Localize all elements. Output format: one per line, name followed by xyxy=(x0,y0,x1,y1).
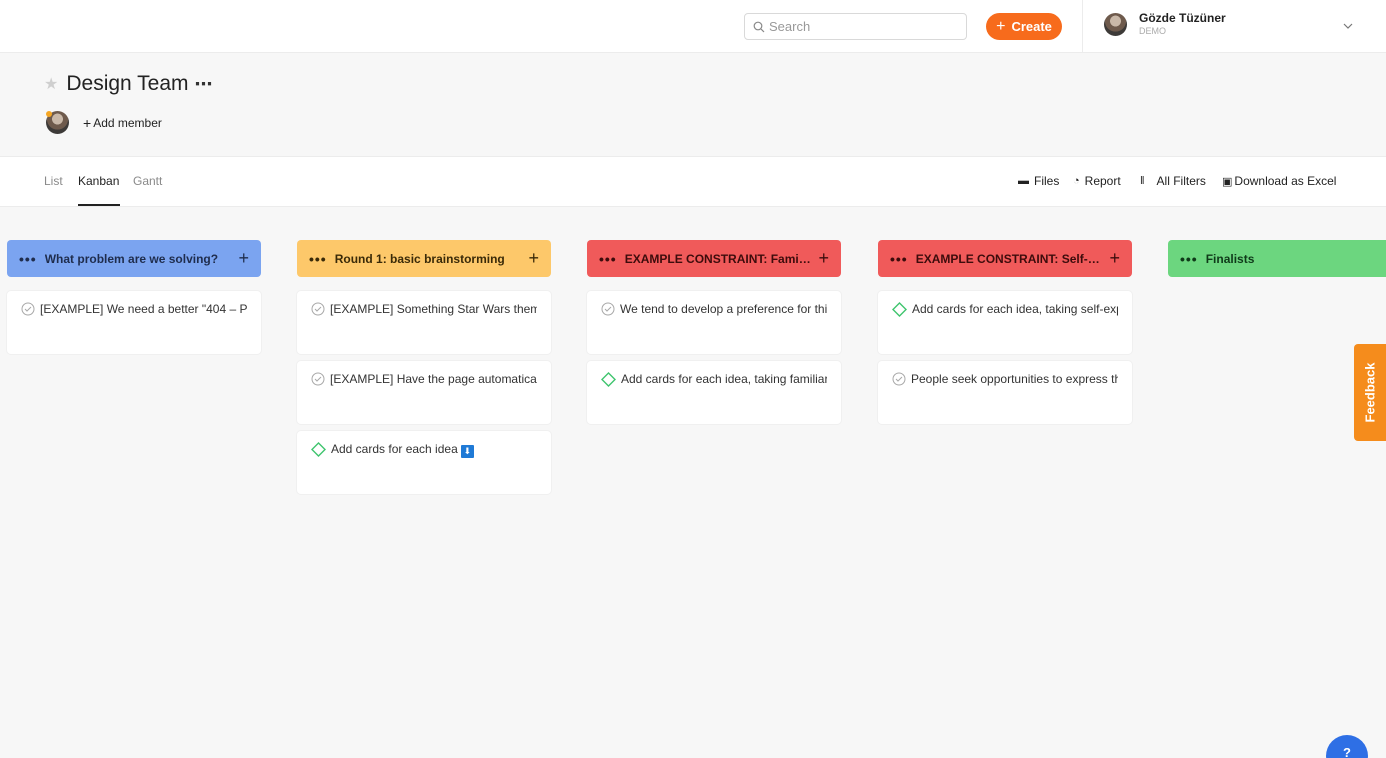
column-header: ••• What problem are we solving? + xyxy=(7,240,261,277)
add-member-button[interactable]: + Add member xyxy=(83,115,162,131)
status-dot xyxy=(46,111,52,117)
kanban-column: ••• EXAMPLE CONSTRAINT: Familiarity + We… xyxy=(587,240,841,424)
card-title: [EXAMPLE] We need a better "404 – Page n… xyxy=(40,302,247,316)
tab-gantt[interactable]: Gantt xyxy=(133,174,162,188)
diamond-icon[interactable] xyxy=(311,442,326,457)
add-card-icon[interactable]: + xyxy=(818,248,829,269)
title-row: ★ Design Team ⋯ xyxy=(44,72,214,96)
all-filters-label: All Filters xyxy=(1156,174,1206,188)
diamond-icon[interactable] xyxy=(601,372,616,387)
card-title: We tend to develop a preference for thin… xyxy=(620,302,827,316)
task-card[interactable]: [EXAMPLE] Have the page automatically re… xyxy=(297,361,551,424)
column-menu-icon[interactable]: ••• xyxy=(890,251,908,267)
chevron-down-icon[interactable] xyxy=(1342,20,1354,32)
user-menu[interactable]: Gözde Tüzüner DEMO xyxy=(1104,12,1226,36)
card-title: [EXAMPLE] Something Star Wars themed xyxy=(330,302,537,316)
column-title: Round 1: basic brainstorming xyxy=(334,251,505,266)
task-card[interactable]: [EXAMPLE] We need a better "404 – Page n… xyxy=(7,291,261,354)
card-title: Add cards for each idea, taking familiar… xyxy=(621,372,827,386)
check-circle-icon[interactable] xyxy=(601,302,615,316)
column-menu-icon[interactable]: ••• xyxy=(309,251,327,267)
add-card-icon[interactable]: + xyxy=(528,248,539,269)
card-title: Add cards for each idea ⬇ xyxy=(331,442,474,458)
help-label: ? xyxy=(1343,745,1351,758)
down-arrow-emoji-icon: ⬇ xyxy=(460,445,474,458)
column-title: Finalists xyxy=(1205,251,1255,266)
column-menu-icon[interactable]: ••• xyxy=(599,251,617,267)
more-options-icon[interactable]: ⋯ xyxy=(195,74,214,95)
column-menu-icon[interactable]: ••• xyxy=(1180,251,1198,267)
diamond-icon[interactable] xyxy=(892,302,907,317)
user-info: Gözde Tüzüner DEMO xyxy=(1139,12,1226,36)
search-input[interactable] xyxy=(769,19,949,34)
report-label: Report xyxy=(1084,174,1121,188)
task-card[interactable]: Add cards for each idea ⬇ xyxy=(297,431,551,494)
tab-list[interactable]: List xyxy=(44,174,63,188)
create-button-label: Create xyxy=(1011,19,1052,34)
member-avatar[interactable] xyxy=(46,111,69,134)
star-icon[interactable]: ★ xyxy=(44,74,58,94)
files-label: Files xyxy=(1034,174,1060,188)
column-title: EXAMPLE CONSTRAINT: Familiarity xyxy=(624,251,813,266)
member-row: + Add member xyxy=(46,111,162,134)
card-title: [EXAMPLE] Have the page automatically re… xyxy=(330,372,537,386)
column-header: ••• Finalists xyxy=(1168,240,1386,277)
task-card[interactable]: [EXAMPLE] Something Star Wars themed xyxy=(297,291,551,354)
card-title: Add cards for each idea, taking self-exp… xyxy=(912,302,1118,316)
top-bar: + Create Gözde Tüzüner DEMO xyxy=(0,0,1386,53)
kanban-column: ••• Finalists xyxy=(1168,240,1386,277)
download-excel-label: Download as Excel xyxy=(1234,174,1337,188)
column-menu-icon[interactable]: ••• xyxy=(19,251,37,267)
kanban-column: ••• What problem are we solving? + [EXAM… xyxy=(7,240,261,354)
task-card[interactable]: Add cards for each idea, taking self-exp… xyxy=(878,291,1132,354)
check-circle-icon[interactable] xyxy=(311,372,325,386)
top-divider xyxy=(1082,0,1083,53)
download-excel-button[interactable]: ▣ Download as Excel xyxy=(1222,174,1336,188)
pie-chart-icon: ◔ xyxy=(1073,175,1080,187)
active-tab-indicator xyxy=(78,204,120,206)
column-title: EXAMPLE CONSTRAINT: Self-expression xyxy=(915,251,1104,266)
page-title: Design Team xyxy=(66,72,189,95)
check-circle-icon[interactable] xyxy=(311,302,325,316)
check-circle-icon[interactable] xyxy=(892,372,906,386)
view-tabs-bar: List Kanban Gantt ▬ Files ◔ Report ‖ All… xyxy=(0,157,1386,207)
kanban-board: ••• What problem are we solving? + [EXAM… xyxy=(0,208,1386,758)
files-button[interactable]: ▬ Files xyxy=(1018,174,1059,188)
column-header: ••• Round 1: basic brainstorming + xyxy=(297,240,551,277)
column-title: What problem are we solving? xyxy=(44,251,219,266)
feedback-label: Feedback xyxy=(1362,362,1378,423)
task-card[interactable]: Add cards for each idea, taking familiar… xyxy=(587,361,841,424)
feedback-tab[interactable]: Feedback xyxy=(1354,344,1386,441)
kanban-column: ••• EXAMPLE CONSTRAINT: Self-expression … xyxy=(878,240,1132,424)
card-title: People seek opportunities to express the… xyxy=(911,372,1118,386)
folder-icon: ▬ xyxy=(1018,175,1029,187)
plus-icon: + xyxy=(996,17,1006,35)
filter-icon: ‖ xyxy=(1140,175,1145,187)
user-org: DEMO xyxy=(1139,26,1166,36)
search-icon xyxy=(753,21,765,32)
add-member-label: Add member xyxy=(93,115,162,130)
check-circle-icon[interactable] xyxy=(21,302,35,316)
create-button[interactable]: + Create xyxy=(986,13,1062,40)
project-header: ★ Design Team ⋯ + Add member xyxy=(0,54,1386,157)
plus-icon: + xyxy=(83,114,92,131)
all-filters-button[interactable]: ‖ All Filters xyxy=(1140,174,1206,188)
column-header: ••• EXAMPLE CONSTRAINT: Familiarity + xyxy=(587,240,841,277)
report-button[interactable]: ◔ Report xyxy=(1073,174,1121,188)
task-card[interactable]: People seek opportunities to express the… xyxy=(878,361,1132,424)
excel-file-icon: ▣ xyxy=(1222,175,1233,188)
card-title-text: Add cards for each idea xyxy=(331,442,458,456)
search-box[interactable] xyxy=(744,13,967,40)
task-card[interactable]: We tend to develop a preference for thin… xyxy=(587,291,841,354)
column-header: ••• EXAMPLE CONSTRAINT: Self-expression … xyxy=(878,240,1132,277)
user-avatar xyxy=(1104,12,1127,36)
tab-kanban[interactable]: Kanban xyxy=(78,174,119,188)
user-name: Gözde Tüzüner xyxy=(1139,11,1226,25)
add-card-icon[interactable]: + xyxy=(1109,248,1120,269)
kanban-column: ••• Round 1: basic brainstorming + [EXAM… xyxy=(297,240,551,494)
add-card-icon[interactable]: + xyxy=(238,248,249,269)
